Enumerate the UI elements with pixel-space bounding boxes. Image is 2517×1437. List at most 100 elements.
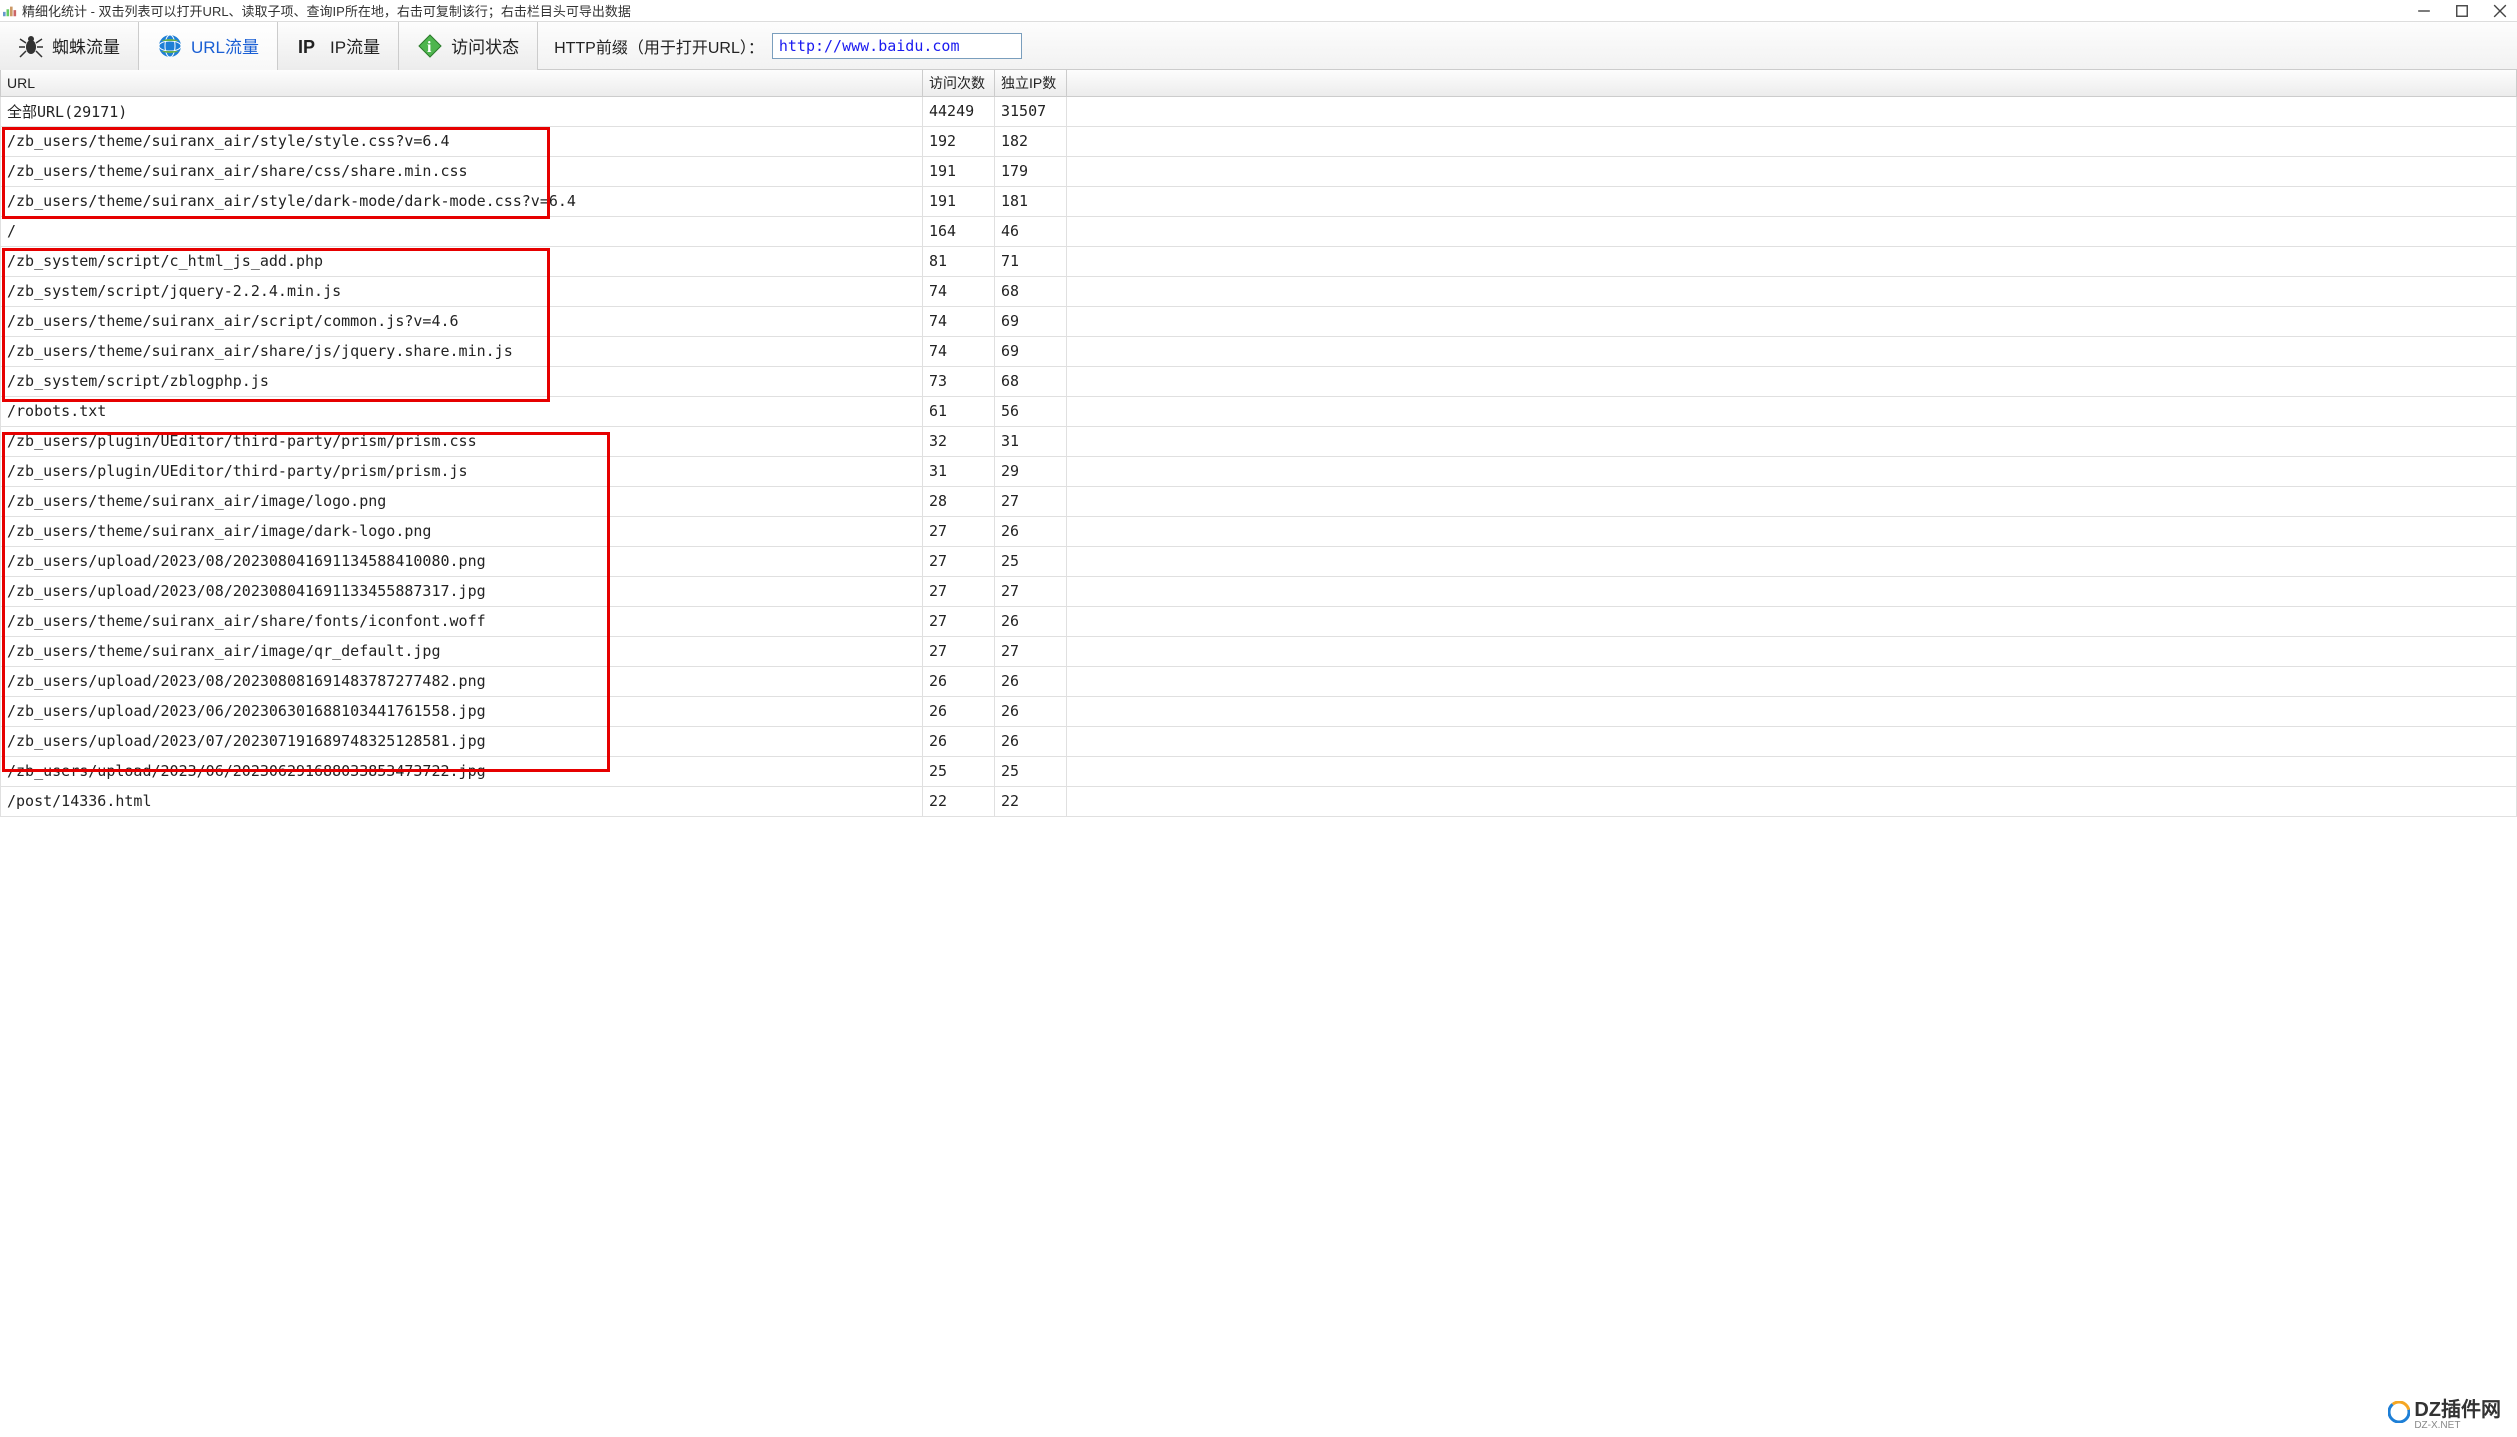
cell-ip: 31 (995, 426, 1067, 456)
watermark: DZ插件网 DZ-X.NET (2388, 1393, 2501, 1431)
column-header-url[interactable]: URL (1, 70, 923, 96)
cell-visits: 27 (923, 576, 995, 606)
cell-ip: 26 (995, 666, 1067, 696)
table-row[interactable]: /zb_users/upload/2023/08/202308041691133… (1, 576, 2517, 606)
column-header-ip[interactable]: 独立IP数 (995, 70, 1067, 96)
table-row[interactable]: /zb_users/theme/suiranx_air/share/css/sh… (1, 156, 2517, 186)
cell-visits: 74 (923, 306, 995, 336)
cell-ip: 68 (995, 276, 1067, 306)
tab-url-traffic[interactable]: URL流量 (139, 22, 278, 70)
table-row[interactable]: /zb_users/theme/suiranx_air/share/js/jqu… (1, 336, 2517, 366)
cell-empty (1067, 696, 2517, 726)
cell-empty (1067, 546, 2517, 576)
svg-text:i: i (427, 39, 432, 56)
cell-empty (1067, 216, 2517, 246)
svg-text:IP: IP (298, 37, 315, 57)
table-row[interactable]: /zb_users/upload/2023/08/202308081691483… (1, 666, 2517, 696)
http-prefix-input[interactable] (772, 33, 1022, 59)
cell-url: /robots.txt (1, 396, 923, 426)
table-row[interactable]: /zb_users/theme/suiranx_air/share/fonts/… (1, 606, 2517, 636)
table-row[interactable]: 全部URL(29171)4424931507 (1, 96, 2517, 126)
cell-visits: 73 (923, 366, 995, 396)
table-row[interactable]: /zb_users/theme/suiranx_air/style/dark-m… (1, 186, 2517, 216)
cell-ip: 27 (995, 636, 1067, 666)
tab-visit-status[interactable]: i 访问状态 (399, 22, 538, 70)
cell-empty (1067, 486, 2517, 516)
column-header-visits[interactable]: 访问次数 (923, 70, 995, 96)
table-row[interactable]: /zb_users/plugin/UEditor/third-party/pri… (1, 456, 2517, 486)
cell-ip: 179 (995, 156, 1067, 186)
cell-empty (1067, 246, 2517, 276)
cell-visits: 25 (923, 756, 995, 786)
tab-label: 蜘蛛流量 (52, 33, 120, 58)
cell-ip: 26 (995, 696, 1067, 726)
cell-empty (1067, 396, 2517, 426)
cell-ip: 181 (995, 186, 1067, 216)
table-row[interactable]: /zb_users/plugin/UEditor/third-party/pri… (1, 426, 2517, 456)
cell-url: /zb_system/script/jquery-2.2.4.min.js (1, 276, 923, 306)
cell-visits: 164 (923, 216, 995, 246)
close-button[interactable] (2493, 4, 2507, 18)
cell-empty (1067, 786, 2517, 816)
table-row[interactable]: /zb_users/upload/2023/08/202308041691134… (1, 546, 2517, 576)
cell-empty (1067, 426, 2517, 456)
table-row[interactable]: /zb_users/theme/suiranx_air/image/logo.p… (1, 486, 2517, 516)
maximize-button[interactable] (2455, 4, 2469, 18)
tab-spider-traffic[interactable]: 蜘蛛流量 (0, 22, 139, 70)
watermark-logo-icon (2388, 1401, 2410, 1423)
ip-icon: IP (296, 33, 322, 59)
table-row[interactable]: /zb_users/theme/suiranx_air/style/style.… (1, 126, 2517, 156)
cell-ip: 31507 (995, 96, 1067, 126)
http-prefix-label: HTTP前缀（用于打开URL）： (554, 34, 764, 58)
cell-url: /zb_users/theme/suiranx_air/share/fonts/… (1, 606, 923, 636)
info-icon: i (417, 33, 443, 59)
cell-ip: 182 (995, 126, 1067, 156)
cell-url: /zb_users/upload/2023/07/202307191689748… (1, 726, 923, 756)
table-row[interactable]: /zb_users/theme/suiranx_air/image/qr_def… (1, 636, 2517, 666)
table-row[interactable]: /post/14336.html2222 (1, 786, 2517, 816)
table-row[interactable]: /zb_users/upload/2023/06/202306291688033… (1, 756, 2517, 786)
table-row[interactable]: /zb_users/theme/suiranx_air/script/commo… (1, 306, 2517, 336)
table-row[interactable]: /zb_system/script/jquery-2.2.4.min.js746… (1, 276, 2517, 306)
url-table: URL 访问次数 独立IP数 全部URL(29171)4424931507/zb… (0, 70, 2517, 817)
cell-url: /zb_system/script/c_html_js_add.php (1, 246, 923, 276)
cell-visits: 191 (923, 186, 995, 216)
cell-empty (1067, 366, 2517, 396)
cell-visits: 74 (923, 276, 995, 306)
table-row[interactable]: /zb_users/upload/2023/06/202306301688103… (1, 696, 2517, 726)
cell-empty (1067, 726, 2517, 756)
cell-visits: 26 (923, 666, 995, 696)
table-row[interactable]: /16446 (1, 216, 2517, 246)
table-row[interactable]: /robots.txt6156 (1, 396, 2517, 426)
cell-ip: 56 (995, 396, 1067, 426)
table-row[interactable]: /zb_system/script/zblogphp.js7368 (1, 366, 2517, 396)
cell-url: /zb_users/upload/2023/06/202306301688103… (1, 696, 923, 726)
window-title: 精细化统计 - 双击列表可以打开URL、读取子项、查询IP所在地，右击可复制该行… (22, 1, 631, 20)
cell-ip: 71 (995, 246, 1067, 276)
cell-visits: 31 (923, 456, 995, 486)
cell-url: /zb_users/theme/suiranx_air/image/dark-l… (1, 516, 923, 546)
tabbar: 蜘蛛流量 URL流量 IP IP流量 i 访问状态 HTTP前缀（用于打开URL… (0, 22, 2517, 70)
cell-url: /zb_users/plugin/UEditor/third-party/pri… (1, 426, 923, 456)
titlebar: 精细化统计 - 双击列表可以打开URL、读取子项、查询IP所在地，右击可复制该行… (0, 0, 2517, 22)
globe-icon (157, 33, 183, 59)
cell-visits: 191 (923, 156, 995, 186)
table-row[interactable]: /zb_system/script/c_html_js_add.php8171 (1, 246, 2517, 276)
table-row[interactable]: /zb_users/upload/2023/07/202307191689748… (1, 726, 2517, 756)
minimize-button[interactable] (2417, 4, 2431, 18)
cell-visits: 192 (923, 126, 995, 156)
cell-url: /zb_users/upload/2023/08/202308041691133… (1, 576, 923, 606)
column-header-empty[interactable] (1067, 70, 2517, 96)
cell-ip: 46 (995, 216, 1067, 246)
cell-url: /zb_users/upload/2023/06/202306291688033… (1, 756, 923, 786)
watermark-brand: DZ插件网 (2414, 1399, 2501, 1421)
cell-empty (1067, 276, 2517, 306)
tab-ip-traffic[interactable]: IP IP流量 (278, 22, 399, 70)
cell-visits: 44249 (923, 96, 995, 126)
cell-visits: 22 (923, 786, 995, 816)
cell-visits: 27 (923, 606, 995, 636)
cell-empty (1067, 306, 2517, 336)
cell-empty (1067, 156, 2517, 186)
table-row[interactable]: /zb_users/theme/suiranx_air/image/dark-l… (1, 516, 2517, 546)
cell-ip: 68 (995, 366, 1067, 396)
